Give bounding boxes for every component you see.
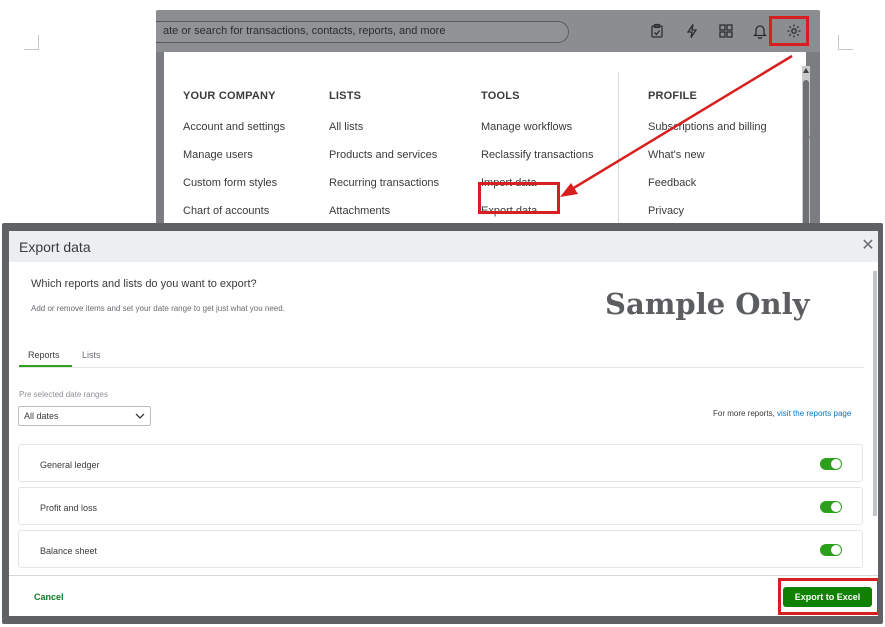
clipboard-icon[interactable] — [649, 23, 665, 39]
sample-watermark: Sample Only — [605, 287, 810, 321]
dialog-header: Export data ✕ — [9, 231, 878, 262]
export-data-highlight-box — [478, 182, 560, 214]
chevron-down-icon — [135, 413, 145, 419]
more-reports-label: For more reports, — [713, 409, 775, 418]
toggle-knob — [831, 545, 841, 555]
export-data-dialog: Export data ✕ Which reports and lists do… — [9, 231, 878, 616]
export-to-excel-button[interactable]: Export to Excel — [783, 587, 872, 607]
menu-column-divider — [618, 72, 619, 224]
menu-heading-lists: LISTS — [329, 90, 362, 102]
menu-item-whats-new[interactable]: What's new — [648, 149, 705, 161]
gear-highlight-box — [769, 16, 809, 46]
tabs-divider — [19, 367, 864, 368]
crop-mark-left — [24, 35, 39, 50]
menu-item-feedback[interactable]: Feedback — [648, 177, 696, 189]
date-range-label: Pre selected date ranges — [19, 390, 108, 399]
settings-dropdown-menu: YOUR COMPANY Account and settings Manage… — [164, 52, 810, 224]
more-reports-text: For more reports, visit the reports page — [713, 409, 851, 418]
tab-reports[interactable]: Reports — [28, 350, 60, 360]
menu-item-account-and-settings[interactable]: Account and settings — [183, 121, 285, 133]
menu-item-all-lists[interactable]: All lists — [329, 121, 363, 133]
menu-item-subscriptions-and-billing[interactable]: Subscriptions and billing — [648, 121, 767, 133]
report-toggle-general-ledger[interactable] — [820, 458, 842, 470]
scroll-up-arrow-icon[interactable] — [803, 68, 809, 73]
menu-item-products-and-services[interactable]: Products and services — [329, 149, 437, 161]
cancel-button[interactable]: Cancel — [34, 592, 64, 602]
date-range-value: All dates — [24, 411, 59, 421]
report-name: Balance sheet — [40, 546, 98, 556]
menu-item-manage-workflows[interactable]: Manage workflows — [481, 121, 572, 133]
menu-heading-your-company: YOUR COMPANY — [183, 90, 276, 102]
tab-lists[interactable]: Lists — [82, 350, 101, 360]
close-icon[interactable]: ✕ — [861, 238, 875, 254]
dialog-footer: Cancel — [9, 576, 878, 616]
report-name: Profit and loss — [40, 503, 98, 513]
bell-icon[interactable] — [752, 23, 768, 39]
active-tab-indicator — [19, 365, 72, 367]
menu-scrollbar-thumb[interactable] — [803, 80, 809, 224]
crop-mark-right — [838, 35, 853, 50]
menu-item-recurring-transactions[interactable]: Recurring transactions — [329, 177, 439, 189]
report-toggle-balance-sheet[interactable] — [820, 544, 842, 556]
menu-item-chart-of-accounts[interactable]: Chart of accounts — [183, 205, 269, 217]
top-navigation-bar: ate or search for transactions, contacts… — [156, 10, 820, 52]
menu-item-manage-users[interactable]: Manage users — [183, 149, 253, 161]
toggle-knob — [831, 459, 841, 469]
menu-item-custom-form-styles[interactable]: Custom form styles — [183, 177, 277, 189]
date-range-select[interactable]: All dates — [18, 406, 151, 426]
page-side-hint: M — [804, 134, 812, 144]
report-row-general-ledger: General ledger — [18, 444, 863, 482]
menu-heading-profile: PROFILE — [648, 90, 698, 102]
menu-item-reclassify-transactions[interactable]: Reclassify transactions — [481, 149, 594, 161]
menu-scrollbar[interactable] — [802, 66, 810, 224]
search-input[interactable]: ate or search for transactions, contacts… — [156, 21, 569, 43]
visit-reports-page-link[interactable]: visit the reports page — [777, 409, 851, 418]
report-row-balance-sheet: Balance sheet — [18, 530, 863, 568]
dialog-title: Export data — [19, 239, 91, 255]
menu-item-attachments[interactable]: Attachments — [329, 205, 390, 217]
menu-heading-tools: TOOLS — [481, 90, 520, 102]
apps-icon[interactable] — [718, 23, 734, 39]
dialog-scrollbar[interactable] — [873, 271, 877, 516]
lightning-icon[interactable] — [684, 23, 700, 39]
toggle-knob — [831, 502, 841, 512]
dialog-question: Which reports and lists do you want to e… — [31, 278, 257, 290]
report-name: General ledger — [40, 460, 100, 470]
report-toggle-profit-and-loss[interactable] — [820, 501, 842, 513]
report-row-profit-and-loss: Profit and loss — [18, 487, 863, 525]
settings-menu-screenshot: ate or search for transactions, contacts… — [156, 10, 820, 224]
menu-item-privacy[interactable]: Privacy — [648, 205, 684, 217]
search-placeholder: ate or search for transactions, contacts… — [163, 25, 446, 37]
dialog-subtitle: Add or remove items and set your date ra… — [31, 304, 285, 313]
